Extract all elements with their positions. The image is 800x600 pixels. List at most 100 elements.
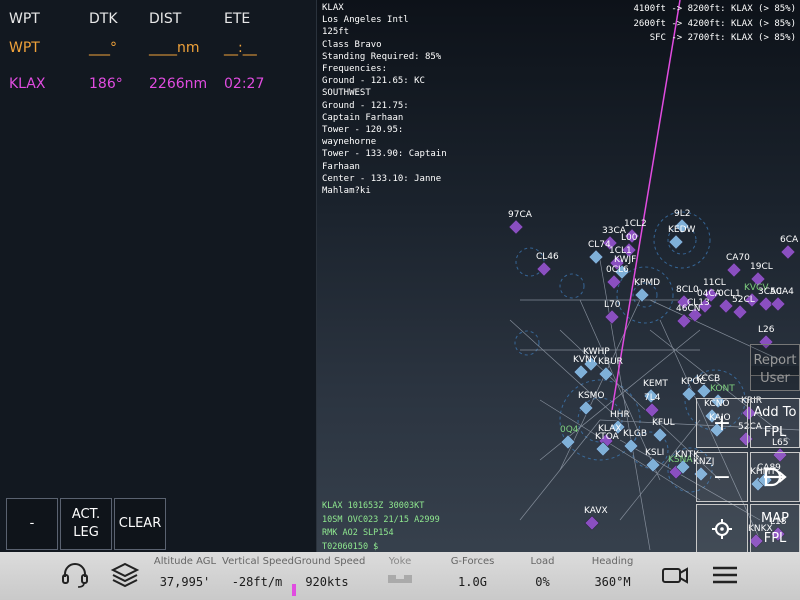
direct-to-button[interactable] (750, 452, 800, 502)
airport-label: 52CL (732, 295, 755, 305)
airport-marker[interactable] (726, 262, 742, 278)
airport-label: KPMD (634, 278, 660, 288)
airport-marker[interactable] (732, 304, 748, 320)
center-map-button[interactable] (696, 504, 748, 554)
airport-label: KVNY (573, 355, 598, 365)
metar-line: KLAX 101653Z 30003KT (322, 501, 425, 511)
camera-icon[interactable] (660, 560, 690, 590)
remove-waypoint-button[interactable]: - (6, 498, 58, 550)
flight-path (611, 0, 681, 411)
airport-info-line: Captain Farhaan (322, 112, 404, 123)
fpl-waypoint-row[interactable]: KLAX 186° 2266nm 02:27 (0, 76, 316, 96)
airport-marker[interactable] (718, 298, 734, 314)
add-to-fpl-button[interactable]: Add To FPL (750, 398, 800, 448)
airport-label: L26 (758, 325, 775, 335)
yoke-label: Yoke (388, 556, 412, 567)
add-to-label-2: FPL (763, 425, 787, 440)
airport-marker[interactable] (606, 274, 622, 290)
altitude-stat: Altitude AGL 37,995' (150, 556, 220, 589)
edit-dist[interactable]: ____nm (149, 40, 200, 56)
airport-marker[interactable] (652, 427, 668, 443)
map-fpl-toggle[interactable]: MAP FPL (750, 504, 800, 554)
header-ete: ETE (224, 11, 251, 27)
airport-label: KEDW (668, 225, 696, 235)
clear-button[interactable]: CLEAR (114, 498, 166, 550)
activate-leg-button[interactable]: ACT. LEG (60, 498, 112, 550)
clear-label: CLEAR (118, 516, 162, 531)
header-dist: DIST (149, 11, 182, 27)
airport-marker[interactable] (573, 364, 589, 380)
airport-info-line: KLAX (322, 3, 344, 13)
flight-plan-panel: WPT DTK DIST ETE WPT ___° ____nm __:__ K… (0, 0, 317, 552)
airport-label: CA70 (726, 253, 750, 263)
airport-marker[interactable] (578, 400, 594, 416)
airport-label: CL13 (687, 298, 710, 308)
airport-marker[interactable] (508, 219, 524, 235)
minus-icon: − (712, 464, 732, 490)
row-dist: 2266nm (149, 76, 208, 92)
altitude-value: 37,995' (159, 575, 211, 589)
airport-label: KONT (710, 384, 735, 394)
user-button[interactable]: User (750, 366, 800, 391)
yoke-stat[interactable]: Yoke (380, 556, 420, 591)
airport-label: HHR (610, 410, 630, 420)
g-force-label: G-Forces (450, 556, 495, 567)
load-label: Load (530, 556, 555, 567)
airspace-line: 2600ft -> 4200ft: KLAX (> 85%) (633, 18, 796, 29)
g-force-value: 1.0G (458, 575, 487, 589)
airport-label: 1CL2 (624, 219, 647, 229)
layers-icon[interactable] (110, 560, 140, 590)
airport-label: KPOC (681, 377, 706, 387)
edit-dtk[interactable]: ___° (89, 40, 117, 56)
edit-ete[interactable]: __:__ (224, 40, 257, 56)
user-label: User (760, 370, 790, 386)
heading-stat: Heading 360°M (585, 556, 640, 589)
zoom-out-button[interactable]: − (696, 452, 748, 502)
airport-marker[interactable] (623, 438, 639, 454)
airport-info-line: Standing Required: 85% (322, 51, 442, 62)
airport-label: KAVX (584, 506, 608, 516)
yoke-icon (388, 575, 412, 583)
airport-label: 6CA (780, 235, 799, 245)
airport-info-line: Tower - 120.95: (322, 125, 404, 136)
act-leg-label-1: ACT. (71, 507, 101, 522)
airport-label: 11CL (703, 278, 726, 288)
airport-label: KSLI (645, 448, 664, 458)
ground-speed-label: Ground Speed (294, 556, 366, 567)
airport-marker[interactable] (645, 457, 661, 473)
airport-info-line: Class Bravo (322, 39, 382, 50)
headset-icon[interactable] (60, 560, 90, 590)
airport-label: L70 (604, 300, 621, 310)
menu-icon[interactable] (710, 560, 740, 590)
airport-marker[interactable] (584, 515, 600, 531)
airport-marker[interactable] (536, 261, 552, 277)
airport-marker[interactable] (681, 386, 697, 402)
airport-label: 8CL0 (676, 285, 699, 295)
airport-info-line: Farhaan (322, 161, 360, 172)
airport-info-line: Tower - 133.90: Captain (322, 149, 447, 160)
edit-wpt[interactable]: WPT (9, 40, 40, 56)
row-ete: 02:27 (224, 76, 265, 92)
airport-label: CL74 (588, 240, 611, 250)
map-fpl-label-1: MAP (761, 511, 789, 526)
airport-marker[interactable] (644, 402, 660, 418)
airport-marker[interactable] (668, 234, 684, 250)
airport-marker[interactable] (780, 244, 796, 260)
crosshair-icon (712, 519, 732, 539)
airport-info-line: SOUTHWEST (322, 88, 371, 99)
airport-marker[interactable] (770, 296, 786, 312)
airport-label: KWJF (614, 255, 636, 265)
fpl-edit-row[interactable]: WPT ___° ____nm __:__ (0, 40, 316, 60)
header-wpt: WPT (9, 11, 40, 27)
map-fpl-label-2: FPL (763, 531, 787, 546)
airport-marker[interactable] (560, 434, 576, 450)
airport-marker[interactable] (588, 249, 604, 265)
airport-marker[interactable] (604, 309, 620, 325)
ground-speed-stat: Ground Speed 920kts (294, 556, 366, 589)
airport-info: KLAX Los Angeles Intl 125ft Class Bravo Stan… (322, 2, 472, 197)
load-stat: Load 0% (520, 556, 565, 589)
airport-label: 5CA4 (770, 287, 794, 297)
zoom-in-button[interactable]: + (696, 398, 748, 448)
heading-value: 360°M (594, 575, 631, 589)
airspace-line: SFC -> 2700ft: KLAX (> 85%) (649, 33, 796, 43)
